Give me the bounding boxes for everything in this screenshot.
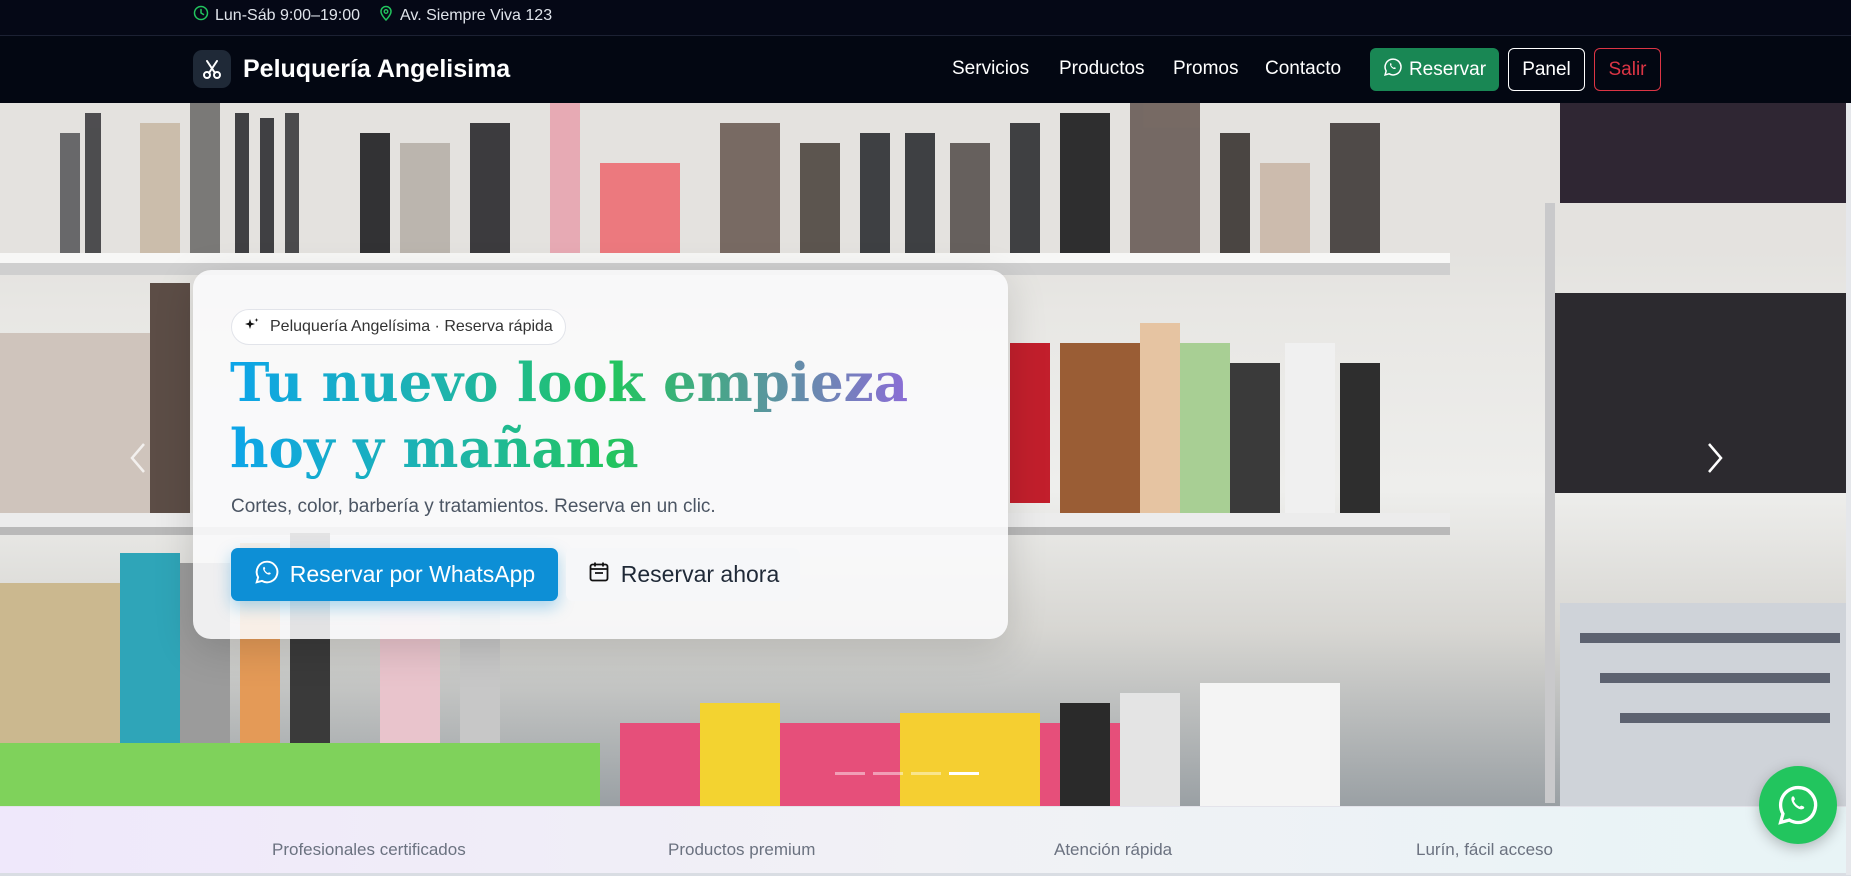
reserve-button-label: Reservar xyxy=(1408,58,1487,80)
top-info-bar: Lun-Sáb 9:00–19:00 Av. Siempre Viva 123 xyxy=(0,0,1851,36)
reserve-button[interactable]: Reservar xyxy=(1370,48,1499,91)
reserve-now-button[interactable]: Reservar ahora xyxy=(566,548,800,601)
carousel-indicator-1[interactable] xyxy=(835,772,865,775)
feature-item: Productos premium xyxy=(668,840,816,859)
feature-item: Lurín, fácil acceso xyxy=(1416,840,1554,859)
floating-whatsapp-button[interactable] xyxy=(1759,766,1837,844)
calendar-icon xyxy=(587,560,611,590)
reserve-now-label: Reservar ahora xyxy=(620,561,780,587)
feature-item: Profesionales certificados xyxy=(272,840,466,859)
scissors-icon xyxy=(193,50,231,88)
hours-info: Lun-Sáb 9:00–19:00 xyxy=(193,5,360,26)
sparkles-icon xyxy=(244,317,260,338)
carousel-next-button[interactable] xyxy=(1695,433,1735,483)
carousel-indicator-2[interactable] xyxy=(873,772,903,775)
carousel-indicator-3[interactable] xyxy=(911,772,941,775)
hero-badge-text: Peluquería Angelísima · Reserva rápida xyxy=(270,318,553,335)
address-text: Av. Siempre Viva 123 xyxy=(400,6,553,24)
exit-button[interactable]: Salir xyxy=(1594,48,1661,91)
whatsapp-icon xyxy=(254,559,280,591)
hero-card: Peluquería Angelísima · Reserva rápida T… xyxy=(193,270,1008,639)
features-strip: Profesionales certificados Productos pre… xyxy=(0,806,1851,876)
panel-button[interactable]: Panel xyxy=(1508,48,1585,91)
carousel-indicator-4[interactable] xyxy=(949,772,979,775)
main-navbar: Peluquería Angelisima Servicios Producto… xyxy=(0,36,1851,103)
map-pin-icon xyxy=(378,5,394,26)
brand-name: Peluquería Angelisima xyxy=(243,54,511,83)
whatsapp-reserve-button[interactable]: Reservar por WhatsApp xyxy=(231,548,558,601)
whatsapp-icon xyxy=(1383,57,1403,83)
page-scrollbar[interactable] xyxy=(1846,103,1851,875)
hero-title: Tu nuevo look empieza hoy y mañana xyxy=(230,350,990,482)
feature-item: Atención rápida xyxy=(1054,840,1173,859)
nav-link-promos[interactable]: Promos xyxy=(1173,58,1238,80)
carousel-prev-button[interactable] xyxy=(118,433,158,483)
chevron-left-icon xyxy=(130,443,145,473)
carousel-indicators xyxy=(835,772,979,775)
whatsapp-icon xyxy=(1778,785,1818,825)
nav-link-contacto[interactable]: Contacto xyxy=(1265,58,1341,80)
clock-icon xyxy=(193,5,209,26)
chevron-right-icon xyxy=(1708,443,1723,473)
address-info: Av. Siempre Viva 123 xyxy=(378,5,552,26)
whatsapp-reserve-label: Reservar por WhatsApp xyxy=(289,561,536,587)
nav-link-productos[interactable]: Productos xyxy=(1059,58,1145,80)
nav-link-servicios[interactable]: Servicios xyxy=(952,58,1029,80)
brand-link[interactable]: Peluquería Angelisima xyxy=(193,50,510,88)
hours-text: Lun-Sáb 9:00–19:00 xyxy=(215,6,361,24)
hero-subtitle: Cortes, color, barbería y tratamientos. … xyxy=(231,496,716,517)
hero-badge: Peluquería Angelísima · Reserva rápida xyxy=(231,309,566,345)
